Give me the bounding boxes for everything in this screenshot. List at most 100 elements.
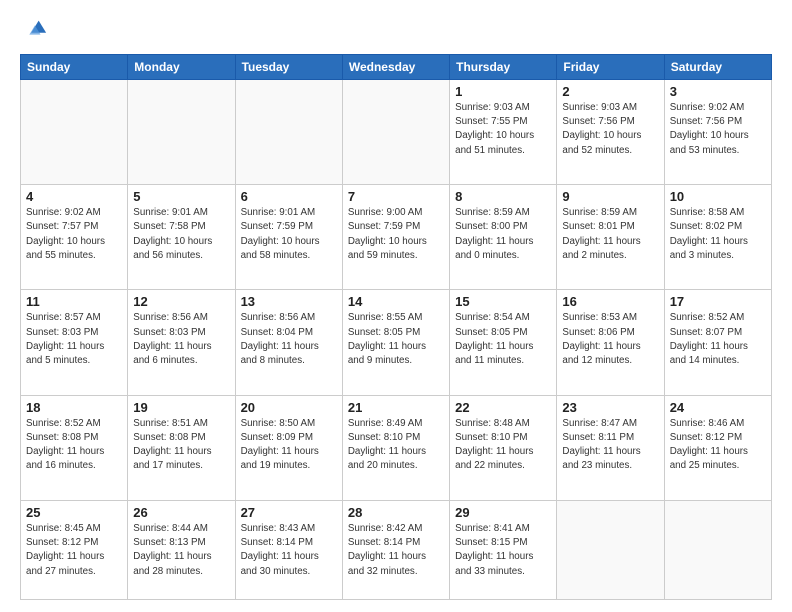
weekday-header: Tuesday bbox=[235, 55, 342, 80]
calendar-cell: 28 Sunrise: 8:42 AM Sunset: 8:14 PM Dayli… bbox=[342, 500, 449, 599]
calendar-cell: 19 Sunrise: 8:51 AM Sunset: 8:08 PM Dayli… bbox=[128, 395, 235, 500]
calendar-cell: 4 Sunrise: 9:02 AM Sunset: 7:57 PM Daylig… bbox=[21, 185, 128, 290]
calendar-week-row: 25 Sunrise: 8:45 AM Sunset: 8:12 PM Dayli… bbox=[21, 500, 772, 599]
calendar-cell bbox=[235, 80, 342, 185]
day-info: Sunrise: 8:43 AM Sunset: 8:14 PM Dayligh… bbox=[241, 522, 337, 579]
calendar-cell: 23 Sunrise: 8:47 AM Sunset: 8:11 PM Dayli… bbox=[557, 395, 664, 500]
weekday-header: Sunday bbox=[21, 55, 128, 80]
day-info: Sunrise: 8:52 AM Sunset: 8:07 PM Dayligh… bbox=[670, 311, 766, 368]
day-number: 1 bbox=[455, 84, 551, 99]
day-info: Sunrise: 8:45 AM Sunset: 8:12 PM Dayligh… bbox=[26, 522, 122, 579]
day-info: Sunrise: 9:01 AM Sunset: 7:58 PM Dayligh… bbox=[133, 206, 229, 263]
weekday-header-row: SundayMondayTuesdayWednesdayThursdayFrid… bbox=[21, 55, 772, 80]
day-info: Sunrise: 8:56 AM Sunset: 8:03 PM Dayligh… bbox=[133, 311, 229, 368]
day-number: 22 bbox=[455, 400, 551, 415]
day-number: 23 bbox=[562, 400, 658, 415]
day-info: Sunrise: 8:48 AM Sunset: 8:10 PM Dayligh… bbox=[455, 417, 551, 474]
calendar-cell: 3 Sunrise: 9:02 AM Sunset: 7:56 PM Daylig… bbox=[664, 80, 771, 185]
day-number: 5 bbox=[133, 189, 229, 204]
calendar-week-row: 4 Sunrise: 9:02 AM Sunset: 7:57 PM Daylig… bbox=[21, 185, 772, 290]
day-number: 6 bbox=[241, 189, 337, 204]
day-info: Sunrise: 8:56 AM Sunset: 8:04 PM Dayligh… bbox=[241, 311, 337, 368]
calendar-cell: 25 Sunrise: 8:45 AM Sunset: 8:12 PM Dayli… bbox=[21, 500, 128, 599]
day-number: 11 bbox=[26, 294, 122, 309]
day-number: 8 bbox=[455, 189, 551, 204]
calendar-week-row: 1 Sunrise: 9:03 AM Sunset: 7:55 PM Daylig… bbox=[21, 80, 772, 185]
day-number: 29 bbox=[455, 505, 551, 520]
calendar-cell bbox=[342, 80, 449, 185]
calendar-cell: 20 Sunrise: 8:50 AM Sunset: 8:09 PM Dayli… bbox=[235, 395, 342, 500]
calendar-cell bbox=[128, 80, 235, 185]
calendar-cell: 18Sunrise: 8:52 AM Sunset: 8:08 PM Dayli… bbox=[21, 395, 128, 500]
calendar-cell: 26Sunrise: 8:44 AM Sunset: 8:13 PM Dayli… bbox=[128, 500, 235, 599]
weekday-header: Monday bbox=[128, 55, 235, 80]
day-info: Sunrise: 8:41 AM Sunset: 8:15 PM Dayligh… bbox=[455, 522, 551, 579]
day-info: Sunrise: 8:42 AM Sunset: 8:14 PM Dayligh… bbox=[348, 522, 444, 579]
day-info: Sunrise: 8:51 AM Sunset: 8:08 PM Dayligh… bbox=[133, 417, 229, 474]
day-number: 10 bbox=[670, 189, 766, 204]
calendar-cell: 13Sunrise: 8:56 AM Sunset: 8:04 PM Dayli… bbox=[235, 290, 342, 395]
calendar-cell bbox=[557, 500, 664, 599]
day-number: 25 bbox=[26, 505, 122, 520]
calendar-cell: 27Sunrise: 8:43 AM Sunset: 8:14 PM Dayli… bbox=[235, 500, 342, 599]
day-number: 17 bbox=[670, 294, 766, 309]
day-info: Sunrise: 9:03 AM Sunset: 7:56 PM Dayligh… bbox=[562, 101, 658, 158]
day-number: 24 bbox=[670, 400, 766, 415]
calendar-cell: 22 Sunrise: 8:48 AM Sunset: 8:10 PM Dayli… bbox=[450, 395, 557, 500]
calendar-cell: 7 Sunrise: 9:00 AM Sunset: 7:59 PM Daylig… bbox=[342, 185, 449, 290]
logo bbox=[20, 16, 52, 44]
calendar-cell: 24 Sunrise: 8:46 AM Sunset: 8:12 PM Dayli… bbox=[664, 395, 771, 500]
calendar-week-row: 18Sunrise: 8:52 AM Sunset: 8:08 PM Dayli… bbox=[21, 395, 772, 500]
day-info: Sunrise: 8:49 AM Sunset: 8:10 PM Dayligh… bbox=[348, 417, 444, 474]
day-number: 26 bbox=[133, 505, 229, 520]
calendar-cell: 12 Sunrise: 8:56 AM Sunset: 8:03 PM Dayli… bbox=[128, 290, 235, 395]
calendar-cell: 29 Sunrise: 8:41 AM Sunset: 8:15 PM Dayli… bbox=[450, 500, 557, 599]
day-info: Sunrise: 9:02 AM Sunset: 7:57 PM Dayligh… bbox=[26, 206, 122, 263]
day-number: 19 bbox=[133, 400, 229, 415]
day-number: 12 bbox=[133, 294, 229, 309]
day-info: Sunrise: 8:58 AM Sunset: 8:02 PM Dayligh… bbox=[670, 206, 766, 263]
calendar-cell bbox=[664, 500, 771, 599]
day-info: Sunrise: 8:50 AM Sunset: 8:09 PM Dayligh… bbox=[241, 417, 337, 474]
calendar-cell: 16Sunrise: 8:53 AM Sunset: 8:06 PM Dayli… bbox=[557, 290, 664, 395]
day-info: Sunrise: 8:54 AM Sunset: 8:05 PM Dayligh… bbox=[455, 311, 551, 368]
day-info: Sunrise: 8:57 AM Sunset: 8:03 PM Dayligh… bbox=[26, 311, 122, 368]
day-number: 28 bbox=[348, 505, 444, 520]
day-info: Sunrise: 9:03 AM Sunset: 7:55 PM Dayligh… bbox=[455, 101, 551, 158]
calendar-cell: 15 Sunrise: 8:54 AM Sunset: 8:05 PM Dayli… bbox=[450, 290, 557, 395]
day-info: Sunrise: 9:01 AM Sunset: 7:59 PM Dayligh… bbox=[241, 206, 337, 263]
day-number: 20 bbox=[241, 400, 337, 415]
day-number: 9 bbox=[562, 189, 658, 204]
day-info: Sunrise: 9:02 AM Sunset: 7:56 PM Dayligh… bbox=[670, 101, 766, 158]
page: SundayMondayTuesdayWednesdayThursdayFrid… bbox=[0, 0, 792, 612]
logo-icon bbox=[20, 16, 48, 44]
day-number: 21 bbox=[348, 400, 444, 415]
calendar-cell bbox=[21, 80, 128, 185]
weekday-header: Saturday bbox=[664, 55, 771, 80]
weekday-header: Wednesday bbox=[342, 55, 449, 80]
calendar-cell: 21 Sunrise: 8:49 AM Sunset: 8:10 PM Dayli… bbox=[342, 395, 449, 500]
calendar-cell: 14Sunrise: 8:55 AM Sunset: 8:05 PM Dayli… bbox=[342, 290, 449, 395]
day-number: 4 bbox=[26, 189, 122, 204]
day-info: Sunrise: 8:46 AM Sunset: 8:12 PM Dayligh… bbox=[670, 417, 766, 474]
calendar-cell: 8 Sunrise: 8:59 AM Sunset: 8:00 PM Daylig… bbox=[450, 185, 557, 290]
day-info: Sunrise: 9:00 AM Sunset: 7:59 PM Dayligh… bbox=[348, 206, 444, 263]
calendar-cell: 9 Sunrise: 8:59 AM Sunset: 8:01 PM Daylig… bbox=[557, 185, 664, 290]
day-number: 16 bbox=[562, 294, 658, 309]
day-number: 7 bbox=[348, 189, 444, 204]
calendar-week-row: 11 Sunrise: 8:57 AM Sunset: 8:03 PM Dayli… bbox=[21, 290, 772, 395]
day-number: 15 bbox=[455, 294, 551, 309]
day-info: Sunrise: 8:59 AM Sunset: 8:00 PM Dayligh… bbox=[455, 206, 551, 263]
day-number: 14 bbox=[348, 294, 444, 309]
day-info: Sunrise: 8:59 AM Sunset: 8:01 PM Dayligh… bbox=[562, 206, 658, 263]
weekday-header: Thursday bbox=[450, 55, 557, 80]
calendar-cell: 2Sunrise: 9:03 AM Sunset: 7:56 PM Daylig… bbox=[557, 80, 664, 185]
header bbox=[20, 16, 772, 44]
day-info: Sunrise: 8:52 AM Sunset: 8:08 PM Dayligh… bbox=[26, 417, 122, 474]
day-info: Sunrise: 8:47 AM Sunset: 8:11 PM Dayligh… bbox=[562, 417, 658, 474]
calendar-cell: 11 Sunrise: 8:57 AM Sunset: 8:03 PM Dayli… bbox=[21, 290, 128, 395]
calendar-table: SundayMondayTuesdayWednesdayThursdayFrid… bbox=[20, 54, 772, 600]
calendar-cell: 5 Sunrise: 9:01 AM Sunset: 7:58 PM Daylig… bbox=[128, 185, 235, 290]
day-number: 3 bbox=[670, 84, 766, 99]
calendar-cell: 6 Sunrise: 9:01 AM Sunset: 7:59 PM Daylig… bbox=[235, 185, 342, 290]
